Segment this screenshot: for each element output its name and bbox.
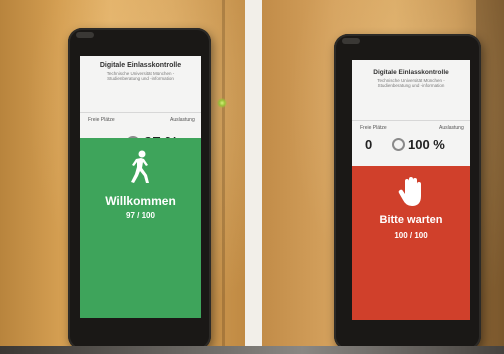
screen-subtitle-line2: Studienberatung und -information (377, 83, 445, 88)
door-edge (222, 0, 225, 350)
kiosk-screen-right: Digitale Einlasskontrolle Technische Uni… (352, 60, 470, 320)
kiosk-camera (76, 32, 94, 38)
occupancy-label: Auslastung (439, 125, 464, 131)
walking-person-icon (130, 150, 149, 183)
visitor-count: 100 / 100 (394, 231, 428, 240)
bottom-floor-strip (0, 346, 504, 354)
screen-header: Digitale Einlasskontrolle Technische Uni… (352, 69, 470, 88)
occupancy-value: 100 % (408, 137, 445, 152)
right-photo: Digitale Einlasskontrolle Technische Uni… (262, 0, 504, 350)
status-message: Bitte warten (379, 214, 443, 226)
occupancy-ring-icon (392, 138, 405, 151)
stop-hand-icon (398, 177, 421, 206)
screen-title: Digitale Einlasskontrolle (99, 62, 182, 69)
free-seats-value: 0 (365, 137, 373, 152)
occupancy-label: Auslastung (170, 117, 195, 123)
kiosk-camera (342, 38, 360, 44)
free-seats-label: Freie Plätze (88, 117, 115, 123)
visitor-count: 97 / 100 (126, 211, 155, 220)
kiosk-screen-left: Digitale Einlasskontrolle Technische Uni… (80, 56, 201, 318)
indicator-light (217, 98, 227, 108)
status-panel-wait: Bitte warten 100 / 100 (352, 166, 470, 320)
screen-subtitle-line2: Studienberatung und -information (107, 76, 174, 81)
status-message: Willkommen (105, 194, 176, 208)
screen-title: Digitale Einlasskontrolle (373, 69, 449, 76)
stats-row: Freie Plätze 0 Auslastung 100 % (352, 120, 470, 171)
image-divider (245, 0, 262, 354)
status-panel-enter: Willkommen 97 / 100 (80, 138, 201, 318)
left-photo: Digitale Einlasskontrolle Technische Uni… (0, 0, 245, 350)
kiosk-stand-right: Digitale Einlasskontrolle Technische Uni… (334, 34, 481, 350)
screen-header: Digitale Einlasskontrolle Technische Uni… (80, 62, 201, 81)
free-seats-label: Freie Plätze (360, 125, 387, 131)
kiosk-stand-left: Digitale Einlasskontrolle Technische Uni… (68, 28, 211, 350)
